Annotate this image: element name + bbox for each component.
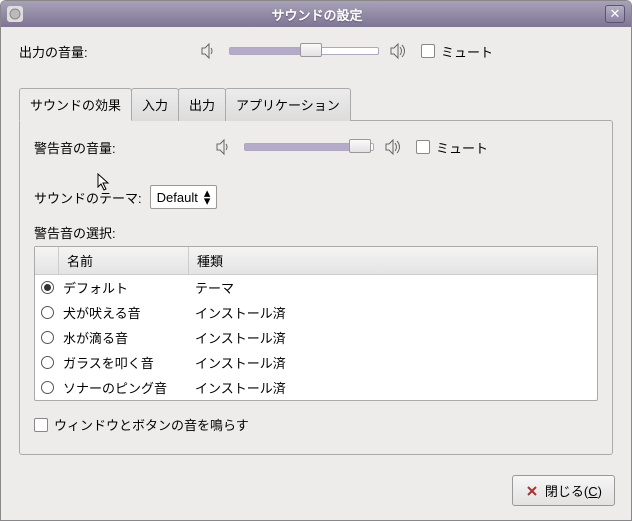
output-volume-label: 出力の音量: (19, 42, 199, 61)
table-row[interactable]: ソナーのピング音インストール済 (35, 375, 597, 400)
header-kind[interactable]: 種類 (189, 247, 597, 274)
sound-settings-window: サウンドの設定 ✕ 出力の音量: ミュート サウンドの効果入力出力アプリケーショ… (0, 0, 632, 521)
alert-mute-checkbox[interactable] (416, 140, 430, 154)
combo-arrows-icon: ▴▾ (204, 189, 211, 205)
cell-name: 犬が吠える音 (59, 303, 195, 322)
alert-selection-title: 警告音の選択: (34, 223, 598, 242)
cell-kind: インストール済 (195, 328, 597, 347)
radio-button[interactable] (41, 381, 54, 394)
sound-theme-combo[interactable]: Default ▴▾ (150, 185, 218, 209)
volume-high-icon (389, 41, 409, 61)
window-sounds-label: ウィンドウとボタンの音を鳴らす (54, 415, 249, 434)
window-sounds-checkbox[interactable] (34, 418, 48, 432)
cell-name: 水が滴る音 (59, 328, 195, 347)
cell-kind: テーマ (195, 278, 597, 297)
table-row[interactable]: 犬が吠える音インストール済 (35, 300, 597, 325)
tab-1[interactable]: 入力 (131, 88, 179, 121)
volume-low-icon (214, 137, 234, 157)
radio-button[interactable] (41, 331, 54, 344)
table-body: デフォルトテーマ犬が吠える音インストール済水が滴る音インストール済ガラスを叩く音… (35, 275, 597, 400)
table-row[interactable]: 水が滴る音インストール済 (35, 325, 597, 350)
radio-button[interactable] (41, 281, 54, 294)
header-name[interactable]: 名前 (59, 247, 189, 274)
alert-volume-row: 警告音の音量: ミュート (34, 137, 598, 157)
tab-panel-sound-effects: 警告音の音量: ミュート サウンドのテーマ: Default (19, 120, 613, 455)
alert-mute-label: ミュート (436, 138, 488, 157)
radio-button[interactable] (41, 356, 54, 369)
app-icon (7, 6, 23, 22)
window-sounds-row: ウィンドウとボタンの音を鳴らす (34, 415, 598, 434)
cell-name: デフォルト (59, 278, 195, 297)
alert-volume-label: 警告音の音量: (34, 138, 214, 157)
radio-button[interactable] (41, 306, 54, 319)
dialog-footer: 閉じる(C) (1, 465, 631, 520)
output-mute-checkbox[interactable] (421, 44, 435, 58)
tab-2[interactable]: 出力 (178, 88, 226, 121)
sound-theme-value: Default (157, 190, 198, 205)
output-volume-row: 出力の音量: ミュート (19, 41, 613, 61)
sound-theme-label: サウンドのテーマ: (34, 188, 142, 207)
output-mute-label: ミュート (441, 42, 493, 61)
alert-sound-table: 名前 種類 デフォルトテーマ犬が吠える音インストール済水が滴る音インストール済ガ… (34, 246, 598, 401)
output-volume-slider[interactable] (229, 47, 379, 55)
close-icon[interactable]: ✕ (605, 5, 625, 23)
close-button-icon (525, 484, 539, 498)
cell-kind: インストール済 (195, 303, 597, 322)
close-button-label: 閉じる(C) (545, 481, 602, 500)
volume-high-icon (384, 137, 404, 157)
tabs-bar: サウンドの効果入力出力アプリケーション (19, 87, 613, 120)
tab-3[interactable]: アプリケーション (225, 88, 351, 121)
close-button[interactable]: 閉じる(C) (512, 475, 615, 506)
titlebar[interactable]: サウンドの設定 ✕ (1, 1, 631, 27)
table-row[interactable]: ガラスを叩く音インストール済 (35, 350, 597, 375)
sound-theme-row: サウンドのテーマ: Default ▴▾ (34, 185, 598, 209)
cell-kind: インストール済 (195, 353, 597, 372)
volume-low-icon (199, 41, 219, 61)
window-title: サウンドの設定 (29, 5, 605, 24)
table-row[interactable]: デフォルトテーマ (35, 275, 597, 300)
cell-name: ソナーのピング音 (59, 378, 195, 397)
cell-name: ガラスを叩く音 (59, 353, 195, 372)
tab-0[interactable]: サウンドの効果 (19, 88, 132, 121)
slider-thumb[interactable] (300, 43, 322, 57)
cell-kind: インストール済 (195, 378, 597, 397)
alert-volume-slider[interactable] (244, 143, 374, 151)
header-radio-col[interactable] (35, 247, 59, 274)
table-header: 名前 種類 (35, 247, 597, 275)
slider-thumb[interactable] (349, 139, 371, 153)
window-content: 出力の音量: ミュート サウンドの効果入力出力アプリケーション 警告音の音量: (1, 27, 631, 465)
